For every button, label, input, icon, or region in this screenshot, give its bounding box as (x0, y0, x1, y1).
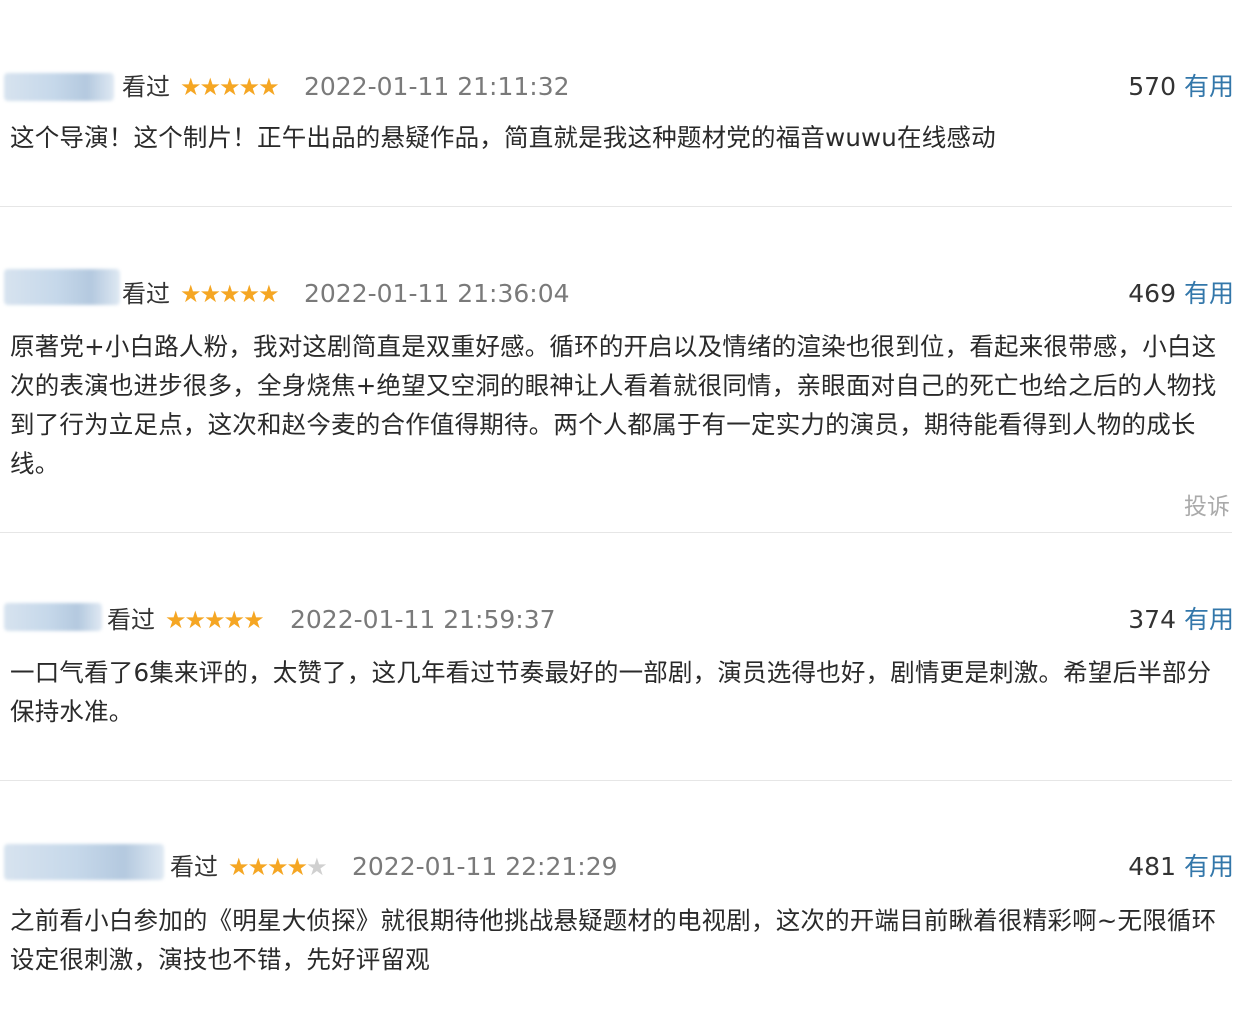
review-content: 之前看小白参加的《明星大侦探》就很期待他挑战悬疑题材的电视剧，这次的开端目前瞅着… (10, 906, 1217, 974)
star-icon: ★ (238, 73, 260, 101)
divider (0, 780, 1232, 781)
watch-status: 看过 (107, 606, 155, 634)
useful-votes: 570 有用 (1128, 70, 1234, 104)
star-icon: ★ (286, 853, 308, 881)
review-content: 这个导演！这个制片！正午出品的悬疑作品，简直就是我这种题材党的福音wuwu在线感… (10, 123, 996, 152)
star-icon: ★ (223, 606, 245, 634)
star-icon: ★ (228, 853, 249, 881)
review-content: 一口气看了6集来评的，太赞了，这几年看过节奏最好的一部剧，演员选得也好，剧情更是… (10, 658, 1212, 726)
star-rating: ★★★★★ (165, 603, 265, 637)
useful-count: 374 (1128, 605, 1176, 634)
review-meta: 看过 ★★★★★ 2022-01-11 21:59:37 374 有用 (0, 603, 1252, 643)
useful-button[interactable]: 有用 (1184, 605, 1234, 634)
star-rating: ★★★★★ (180, 277, 280, 311)
useful-count: 469 (1128, 279, 1176, 308)
report-button[interactable]: 投诉 (1184, 487, 1230, 521)
star-rating: ★★★★★ (180, 70, 280, 104)
review-meta: 看过 ★★★★★ 2022-01-11 21:36:04 469 有用 (0, 269, 1252, 317)
review-meta: 看过 ★★★★★ 2022-01-11 21:11:32 570 有用 (0, 70, 1252, 110)
review-meta: 看过 ★★★★★ 2022-01-11 22:21:29 481 有用 (0, 844, 1252, 890)
review-time: 2022-01-11 21:11:32 (304, 72, 570, 101)
avatar[interactable] (4, 269, 120, 305)
watch-status: 看过 (170, 853, 218, 881)
useful-votes: 469 有用 (1128, 277, 1234, 311)
star-icon: ★ (267, 853, 288, 881)
star-icon: ★ (184, 606, 206, 634)
useful-count: 570 (1128, 72, 1176, 101)
divider (0, 532, 1232, 533)
star-icon: ★ (204, 606, 225, 634)
star-icon: ★ (258, 280, 279, 308)
star-icon: ★ (165, 606, 186, 634)
star-icon: ★ (199, 73, 221, 101)
useful-count: 481 (1128, 852, 1176, 881)
avatar[interactable] (4, 603, 102, 631)
useful-votes: 374 有用 (1128, 603, 1234, 637)
star-rating: ★★★★★ (228, 850, 328, 884)
star-icon: ★ (199, 280, 221, 308)
watch-status: 看过 (122, 280, 170, 308)
useful-button[interactable]: 有用 (1184, 852, 1234, 881)
star-icon: ★ (238, 280, 260, 308)
star-icon: ★ (219, 73, 240, 101)
star-icon: ★ (180, 73, 201, 101)
star-icon: ★ (219, 280, 240, 308)
watch-status: 看过 (122, 73, 170, 101)
avatar[interactable] (4, 73, 114, 101)
review-content: 原著党+小白路人粉，我对这剧简直是双重好感。循环的开启以及情绪的渲染也很到位，看… (10, 332, 1217, 478)
star-icon: ★ (258, 73, 279, 101)
useful-button[interactable]: 有用 (1184, 279, 1234, 308)
review-time: 2022-01-11 21:36:04 (304, 279, 570, 308)
review-time: 2022-01-11 22:21:29 (352, 852, 618, 881)
useful-votes: 481 有用 (1128, 850, 1234, 884)
avatar[interactable] (4, 844, 164, 880)
star-icon: ★ (247, 853, 269, 881)
useful-button[interactable]: 有用 (1184, 72, 1234, 101)
star-empty-icon: ★ (306, 853, 327, 881)
review-time: 2022-01-11 21:59:37 (290, 605, 556, 634)
divider (0, 206, 1232, 207)
star-icon: ★ (243, 606, 264, 634)
star-icon: ★ (180, 280, 201, 308)
